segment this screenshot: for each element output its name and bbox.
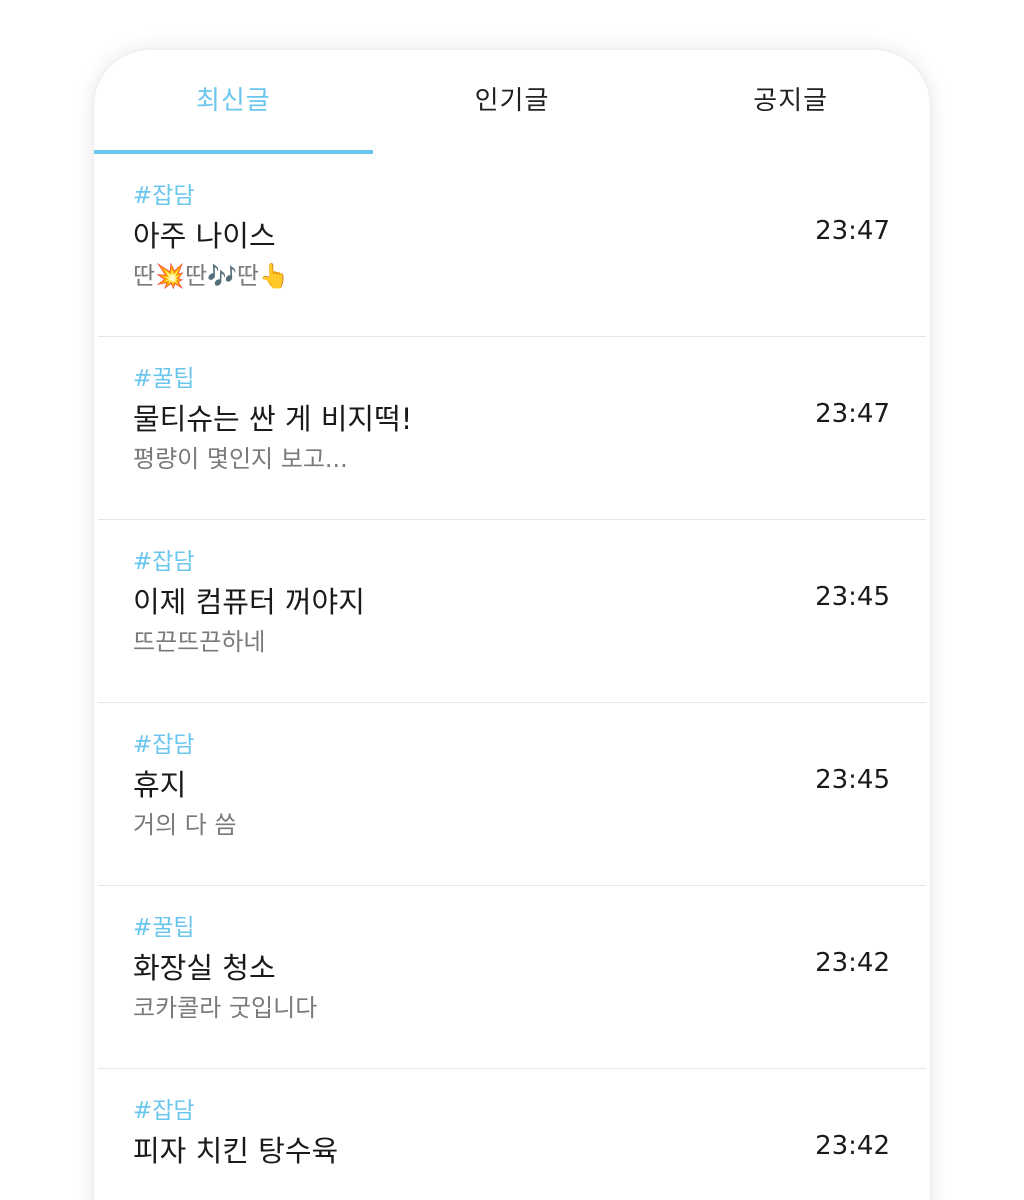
post-item[interactable]: #잡담 피자 치킨 탕수육 23:42 (98, 1069, 926, 1200)
post-title: 물티슈는 싼 게 비지떡! (133, 402, 413, 436)
post-time: 23:47 (815, 399, 890, 429)
board-tabs: 최신글 인기글 공지글 (94, 50, 930, 154)
post-tag[interactable]: #잡담 (133, 1091, 195, 1125)
post-title: 이제 컴퓨터 꺼야지 (133, 585, 365, 619)
tab-latest[interactable]: 최신글 (94, 50, 373, 154)
post-title: 휴지 (133, 768, 187, 802)
post-tag[interactable]: #꿀팁 (133, 908, 195, 942)
post-title: 화장실 청소 (133, 951, 276, 985)
screen: 최신글 인기글 공지글 #잡담 아주 나이스 딴💥딴🎶딴👆 23:47 #꿀팁 … (0, 0, 1024, 1200)
post-time: 23:45 (815, 582, 890, 612)
post-item[interactable]: #잡담 휴지 거의 다 씀 23:45 (98, 703, 926, 886)
post-tag[interactable]: #잡담 (133, 542, 195, 576)
tab-popular[interactable]: 인기글 (373, 50, 652, 154)
post-list: #잡담 아주 나이스 딴💥딴🎶딴👆 23:47 #꿀팁 물티슈는 싼 게 비지떡… (94, 154, 930, 1200)
post-title: 피자 치킨 탕수육 (133, 1134, 339, 1168)
post-preview: 딴💥딴🎶딴👆 (133, 262, 289, 290)
post-item[interactable]: #잡담 이제 컴퓨터 꺼야지 뜨끈뜨끈하네 23:45 (98, 520, 926, 703)
post-time: 23:45 (815, 765, 890, 795)
post-preview: 뜨끈뜨끈하네 (133, 628, 266, 656)
post-time: 23:42 (815, 948, 890, 978)
post-time: 23:42 (815, 1131, 890, 1161)
post-preview: 코카콜라 굿입니다 (133, 994, 318, 1022)
post-title: 아주 나이스 (133, 219, 276, 253)
post-preview: 평량이 몇인지 보고... (133, 445, 348, 473)
post-time: 23:47 (815, 216, 890, 246)
post-item[interactable]: #꿀팁 물티슈는 싼 게 비지떡! 평량이 몇인지 보고... 23:47 (98, 337, 926, 520)
post-preview: 거의 다 씀 (133, 811, 237, 839)
tab-notice[interactable]: 공지글 (651, 50, 930, 154)
post-item[interactable]: #잡담 아주 나이스 딴💥딴🎶딴👆 23:47 (98, 154, 926, 337)
post-tag[interactable]: #잡담 (133, 176, 195, 210)
post-tag[interactable]: #꿀팁 (133, 359, 195, 393)
post-item[interactable]: #꿀팁 화장실 청소 코카콜라 굿입니다 23:42 (98, 886, 926, 1069)
app-window: 최신글 인기글 공지글 #잡담 아주 나이스 딴💥딴🎶딴👆 23:47 #꿀팁 … (94, 50, 930, 1200)
post-tag[interactable]: #잡담 (133, 725, 195, 759)
